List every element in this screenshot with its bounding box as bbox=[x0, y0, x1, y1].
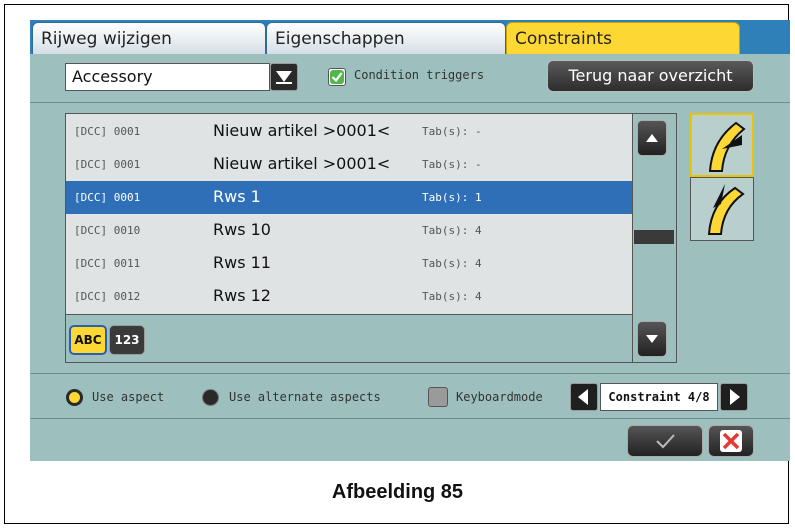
use-alternate-aspects-radio[interactable] bbox=[202, 389, 219, 406]
turnout-curve-icon bbox=[708, 121, 746, 172]
use-aspect-label: Use aspect bbox=[92, 390, 165, 404]
list-item[interactable]: [DCC] 0010 Rws 10 Tab(s): 4 bbox=[66, 214, 632, 247]
tab-rijweg-wijzigen[interactable]: Rijweg wijzigen bbox=[32, 22, 266, 54]
accessory-dropdown[interactable]: Accessory bbox=[65, 63, 270, 91]
constraint-prev-button[interactable] bbox=[570, 383, 598, 411]
arrow-up-icon bbox=[646, 134, 658, 142]
tabs-cell: Tab(s): 1 bbox=[422, 191, 482, 204]
turnout-curve-icon bbox=[707, 184, 745, 235]
keyboardmode-checkbox[interactable] bbox=[428, 387, 448, 407]
tabs-cell: Tab(s): - bbox=[422, 158, 482, 171]
keyboardmode-label: Keyboardmode bbox=[456, 390, 543, 404]
tabs-cell: Tab(s): - bbox=[422, 125, 482, 138]
name-cell: Rws 10 bbox=[213, 220, 271, 239]
name-cell: Rws 11 bbox=[213, 253, 271, 272]
tabs-cell: Tab(s): 4 bbox=[422, 257, 482, 270]
tabs-cell: Tab(s): 4 bbox=[422, 224, 482, 237]
arrow-left-icon bbox=[578, 389, 588, 405]
sort-123-button[interactable]: 123 bbox=[109, 325, 145, 355]
list-item[interactable]: [DCC] 0011 Rws 11 Tab(s): 4 bbox=[66, 247, 632, 280]
scroll-thumb[interactable] bbox=[634, 230, 674, 244]
list-footer bbox=[65, 315, 633, 363]
tab-bar: Rijweg wijzigen Eigenschappen Constraint… bbox=[30, 20, 790, 54]
chevron-down-icon bbox=[276, 71, 292, 84]
name-cell: Nieuw artikel >0001< bbox=[213, 154, 391, 173]
address-cell: [DCC] 0011 bbox=[74, 257, 141, 270]
arrow-right-icon bbox=[730, 389, 740, 405]
tab-eigenschappen[interactable]: Eigenschappen bbox=[266, 22, 506, 54]
use-alternate-aspects-label: Use alternate aspects bbox=[229, 390, 381, 404]
tab-constraints[interactable]: Constraints bbox=[506, 22, 740, 54]
use-aspect-radio[interactable] bbox=[66, 389, 83, 406]
confirm-button[interactable] bbox=[627, 425, 703, 457]
constraint-next-button[interactable] bbox=[720, 383, 748, 411]
address-cell: [DCC] 0001 bbox=[74, 191, 141, 204]
back-to-overview-button[interactable]: Terug naar overzicht bbox=[547, 60, 754, 92]
scroll-down-button[interactable] bbox=[637, 321, 667, 357]
address-cell: [DCC] 0012 bbox=[74, 290, 141, 303]
aspect-turnout-left[interactable] bbox=[690, 113, 754, 177]
sort-abc-button[interactable]: ABC bbox=[69, 325, 107, 355]
address-cell: [DCC] 0001 bbox=[74, 125, 141, 138]
list-item[interactable]: [DCC] 0001 Nieuw artikel >0001< Tab(s): … bbox=[66, 148, 632, 181]
list-item[interactable]: [DCC] 0012 Rws 12 Tab(s): 4 bbox=[66, 280, 632, 313]
arrow-down-icon bbox=[646, 335, 658, 343]
check-icon bbox=[330, 70, 344, 84]
accessory-list: [DCC] 0001 Nieuw artikel >0001< Tab(s): … bbox=[65, 113, 633, 315]
condition-triggers-label: Condition triggers bbox=[354, 68, 485, 82]
close-icon bbox=[720, 430, 742, 452]
scroll-up-button[interactable] bbox=[637, 120, 667, 156]
name-cell: Nieuw artikel >0001< bbox=[213, 121, 391, 140]
figure-caption: Afbeelding 85 bbox=[331, 481, 464, 503]
aspect-turnout-right[interactable] bbox=[690, 177, 754, 241]
check-icon bbox=[656, 434, 675, 449]
tabs-cell: Tab(s): 4 bbox=[422, 290, 482, 303]
list-item-selected[interactable]: [DCC] 0001 Rws 1 Tab(s): 1 bbox=[66, 181, 632, 214]
app-screen: Rijweg wijzigen Eigenschappen Constraint… bbox=[30, 20, 790, 461]
name-cell: Rws 12 bbox=[213, 286, 271, 305]
cancel-button[interactable] bbox=[708, 425, 754, 457]
name-cell: Rws 1 bbox=[213, 187, 261, 206]
address-cell: [DCC] 0001 bbox=[74, 158, 141, 171]
list-item[interactable]: [DCC] 0001 Nieuw artikel >0001< Tab(s): … bbox=[66, 115, 632, 148]
constraint-indicator: Constraint 4/8 bbox=[600, 383, 718, 411]
condition-triggers-checkbox[interactable] bbox=[328, 68, 346, 86]
dropdown-button[interactable] bbox=[270, 63, 298, 91]
address-cell: [DCC] 0010 bbox=[74, 224, 141, 237]
